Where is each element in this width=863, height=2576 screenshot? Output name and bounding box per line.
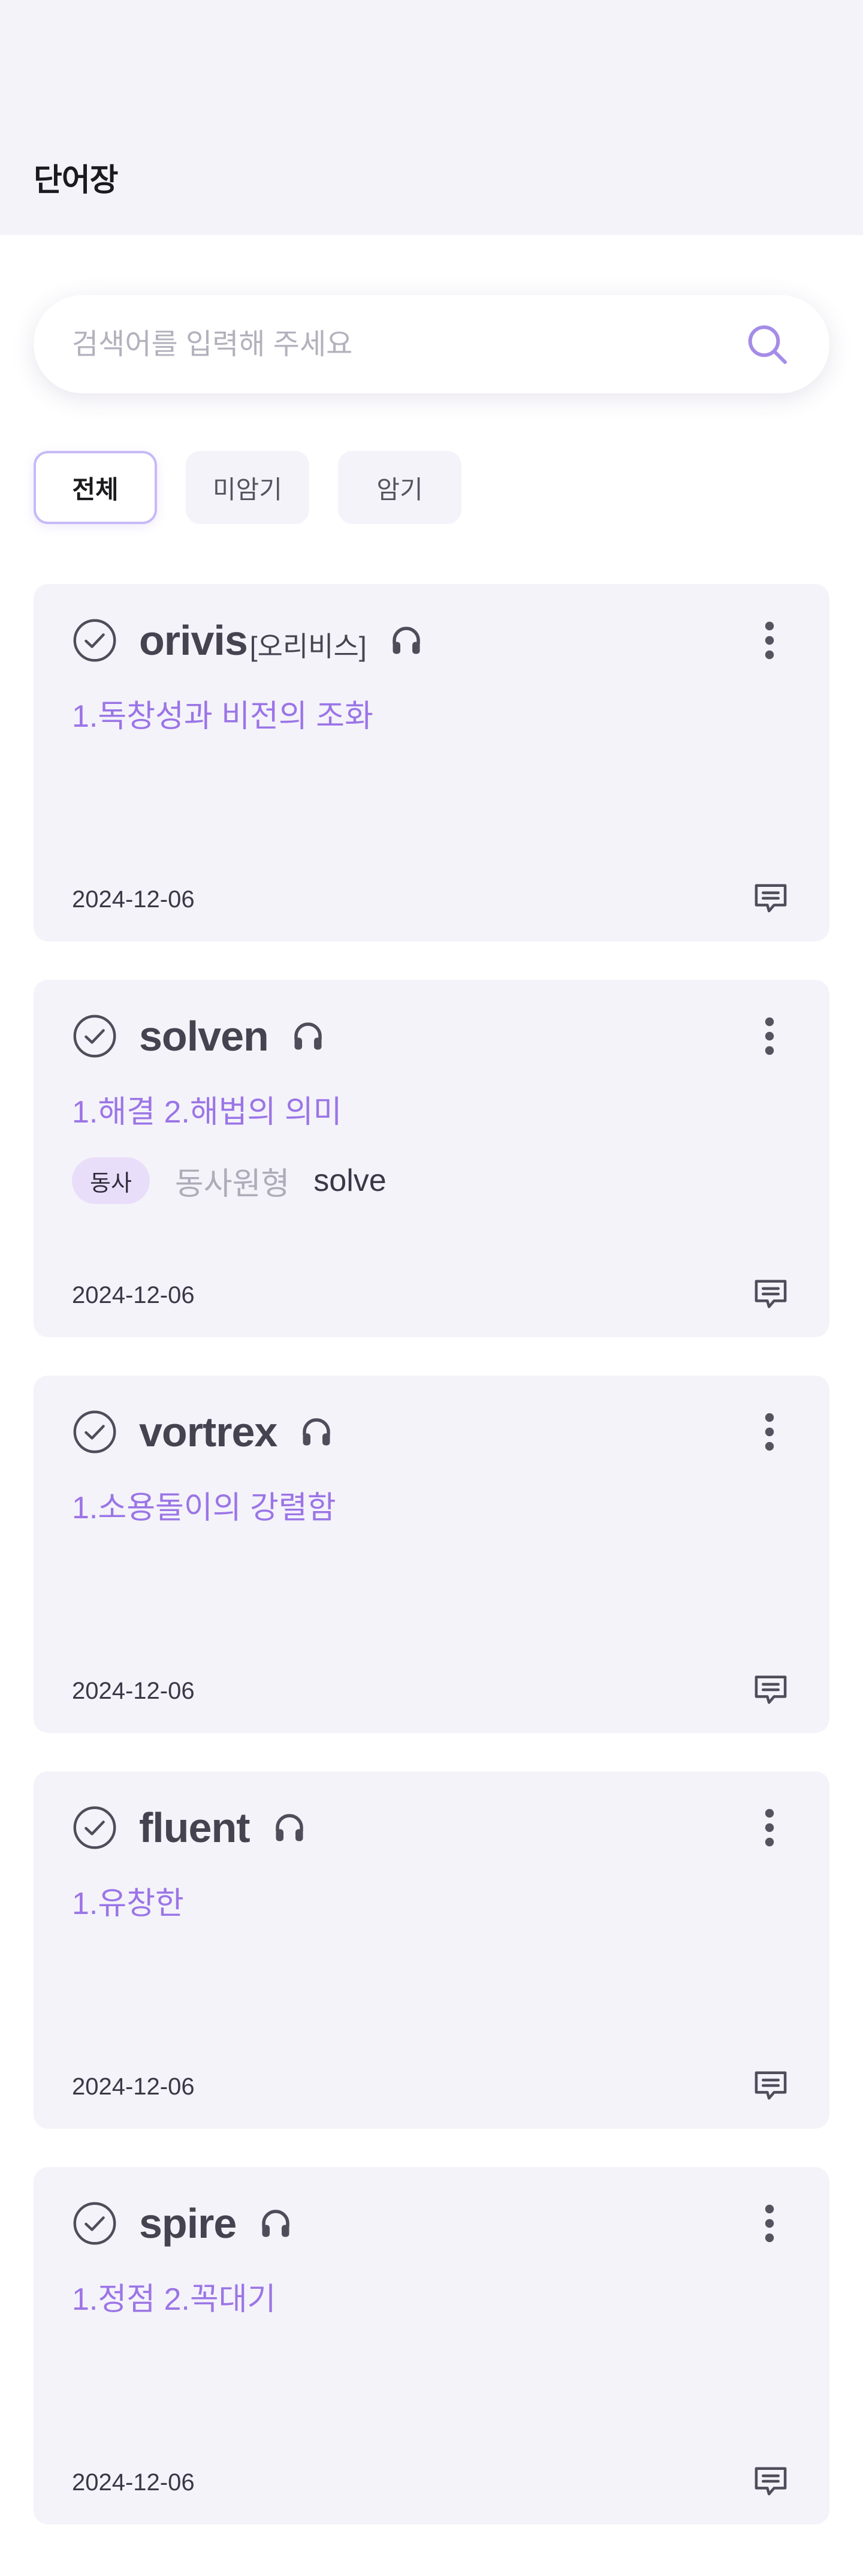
top-bar: 단어장 [0,0,863,235]
more-vertical-icon[interactable] [758,1410,781,1453]
word-card[interactable]: vortrex 1.소용돌이의 강렬함 2024-12-06 [34,1376,829,1733]
word-line: orivis [오리비스] [139,616,424,664]
comment-icon[interactable] [750,2065,791,2106]
headphones-icon[interactable] [298,1414,334,1450]
more-vertical-icon[interactable] [758,1015,781,1058]
word-line: fluent [139,1804,307,1852]
more-vertical-icon[interactable] [758,1806,781,1849]
word-line: solven [139,1012,326,1060]
created-date: 2024-12-06 [72,886,195,913]
tag-value: solve [313,1163,387,1198]
word-meaning: 1.해결 2.해법의 의미 [72,1095,342,1130]
search-input[interactable] [72,327,743,361]
check-circle-icon[interactable] [72,2201,117,2246]
word-meaning: 1.정점 2.꼭대기 [72,2282,276,2317]
check-circle-icon[interactable] [72,1409,117,1455]
check-circle-icon[interactable] [72,1805,117,1850]
word: spire [139,2200,237,2247]
comment-icon[interactable] [750,2461,791,2502]
search-bar [34,295,829,393]
word-meaning: 1.소용돌이의 강렬함 [72,1491,336,1525]
word-card[interactable]: fluent 1.유창한 2024-12-06 [34,1771,829,2129]
word-card[interactable]: spire 1.정점 2.꼭대기 2024-12-06 [34,2167,829,2524]
word-tags: 동사 동사원형 solve [72,1157,387,1204]
part-of-speech-badge: 동사 [72,1157,150,1204]
word: fluent [139,1804,251,1851]
word-list: orivis [오리비스] 1.독창성과 비전의 조화 2024-12-06 s… [34,584,829,2563]
headphones-icon[interactable] [271,1810,307,1846]
word-card[interactable]: solven 1.해결 2.해법의 의미 동사 동사원형 solve 2024-… [34,980,829,1337]
comment-icon[interactable] [750,878,791,919]
headphones-icon[interactable] [388,622,424,658]
word: solven [139,1013,269,1060]
headphones-icon[interactable] [258,2205,294,2241]
created-date: 2024-12-06 [72,2074,195,2100]
search-icon[interactable] [743,320,791,368]
tag-label: 동사원형 [174,1166,290,1202]
page-title: 단어장 [34,163,119,198]
word: orivis [139,617,248,664]
check-circle-icon[interactable] [72,618,117,663]
headphones-icon[interactable] [290,1018,326,1054]
more-vertical-icon[interactable] [758,2202,781,2245]
word: vortrex [139,1409,277,1455]
filter-memorized[interactable]: 암기 [338,451,461,524]
word-line: vortrex [139,1408,334,1456]
check-circle-icon[interactable] [72,1013,117,1059]
word-line: spire [139,2199,294,2247]
word-meaning: 1.유창한 [72,1886,184,1921]
created-date: 2024-12-06 [72,2469,195,2496]
created-date: 2024-12-06 [72,1282,195,1308]
comment-icon[interactable] [750,1669,791,1710]
word-meaning: 1.독창성과 비전의 조화 [72,699,373,734]
pronunciation: [오리비스] [249,631,367,662]
word-card[interactable]: orivis [오리비스] 1.독창성과 비전의 조화 2024-12-06 [34,584,829,941]
comment-icon[interactable] [750,1274,791,1314]
vocabulary-app: 단어장 전체 미암기 암기 orivis [오리비스] [0,0,863,2576]
filter-unmemorized[interactable]: 미암기 [186,451,309,524]
more-vertical-icon[interactable] [758,619,781,662]
filter-all[interactable]: 전체 [34,451,157,524]
created-date: 2024-12-06 [72,1678,195,1704]
filter-tabs: 전체 미암기 암기 [34,451,461,524]
